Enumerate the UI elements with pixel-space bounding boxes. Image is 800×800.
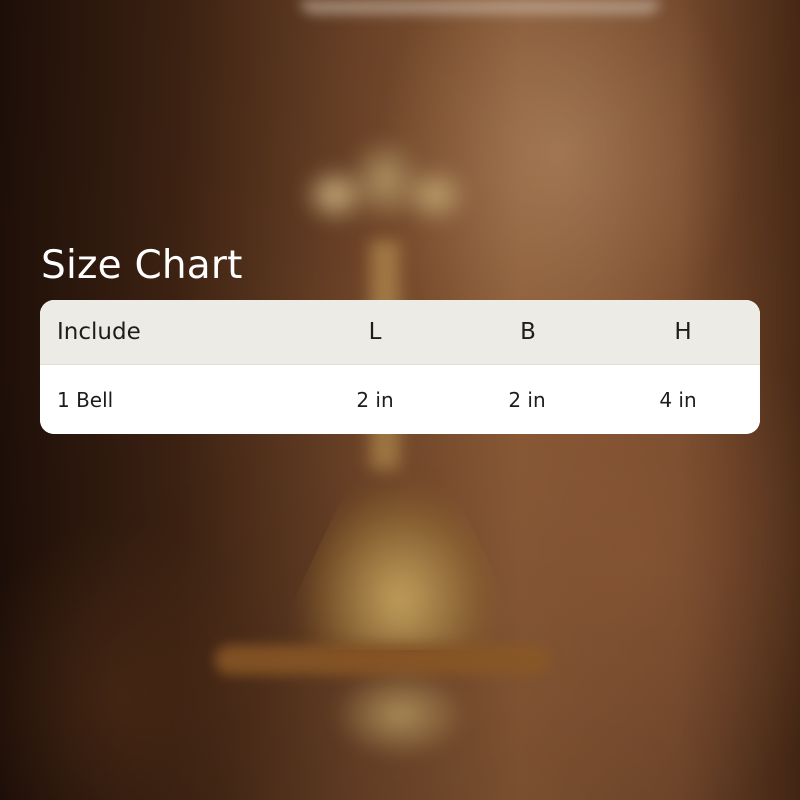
- cell-height: 4 in: [659, 387, 697, 412]
- table-row: 1 Bell 2 in 2 in 4 in: [40, 365, 760, 434]
- table-header-row: Include L B H: [40, 300, 760, 365]
- cell-include: 1 Bell: [57, 387, 114, 412]
- size-chart-table: Include L B H 1 Bell 2 in 2 in 4 in: [40, 300, 760, 434]
- cell-breadth: 2 in: [508, 387, 546, 412]
- bell-body-shape: [270, 430, 530, 650]
- header-include: Include: [57, 319, 141, 345]
- bell-ornament-shape: [275, 140, 495, 260]
- bell-rim-shape: [215, 645, 550, 675]
- header-length: L: [368, 319, 382, 345]
- background-light-shape: [300, 0, 660, 14]
- size-chart-title: Size Chart: [41, 243, 243, 288]
- bell-clapper-shape: [300, 675, 500, 800]
- header-breadth: B: [520, 319, 536, 345]
- cell-length: 2 in: [356, 387, 394, 412]
- header-height: H: [674, 319, 692, 345]
